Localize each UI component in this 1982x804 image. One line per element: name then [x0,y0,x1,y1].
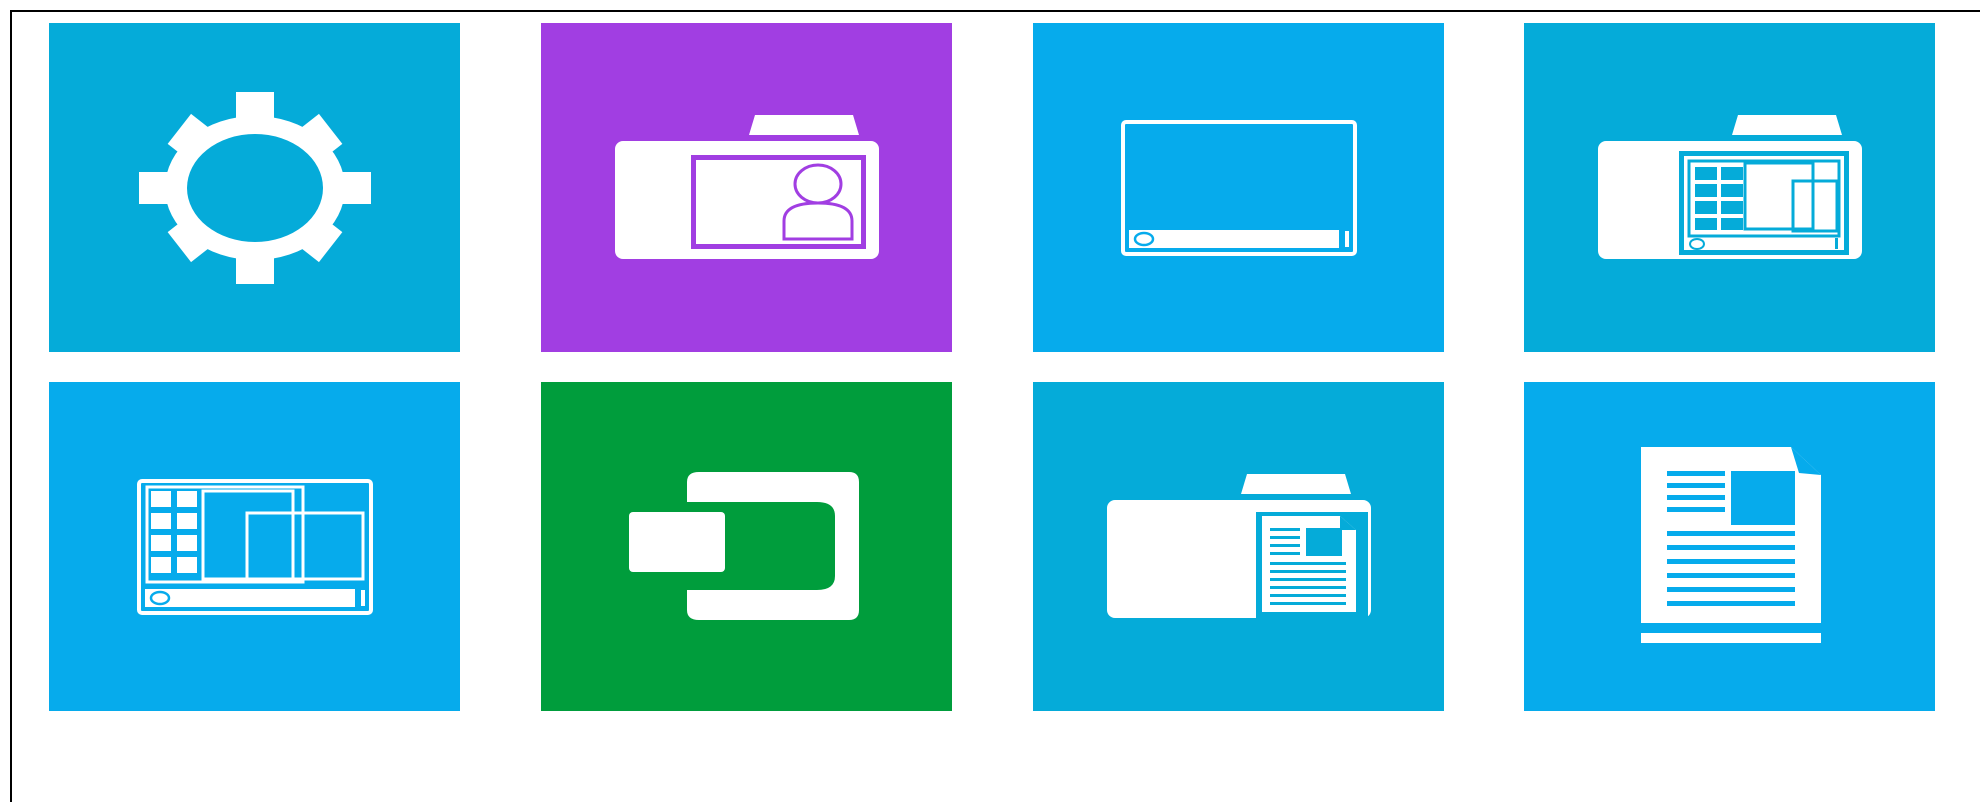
document-page-icon [1640,446,1821,643]
remote-desktop-tile[interactable] [1033,23,1444,352]
camera-contact-card-icon [614,114,879,259]
connect-tile[interactable] [541,382,952,711]
remote-documents-tile[interactable] [1033,382,1444,711]
window-grid-layout-icon [136,478,373,615]
desktop-window-icon [1120,119,1357,256]
settings-tile[interactable] [49,23,460,352]
remote-apps-tile[interactable] [1524,23,1935,352]
user-account-tile[interactable] [541,23,952,352]
documents-tile[interactable] [1524,382,1935,711]
applications-tile[interactable] [49,382,460,711]
card-into-reader-icon [628,471,859,620]
camera-windows-grid-icon [1597,114,1862,259]
gear-icon [138,91,371,284]
camera-document-icon [1106,473,1371,618]
